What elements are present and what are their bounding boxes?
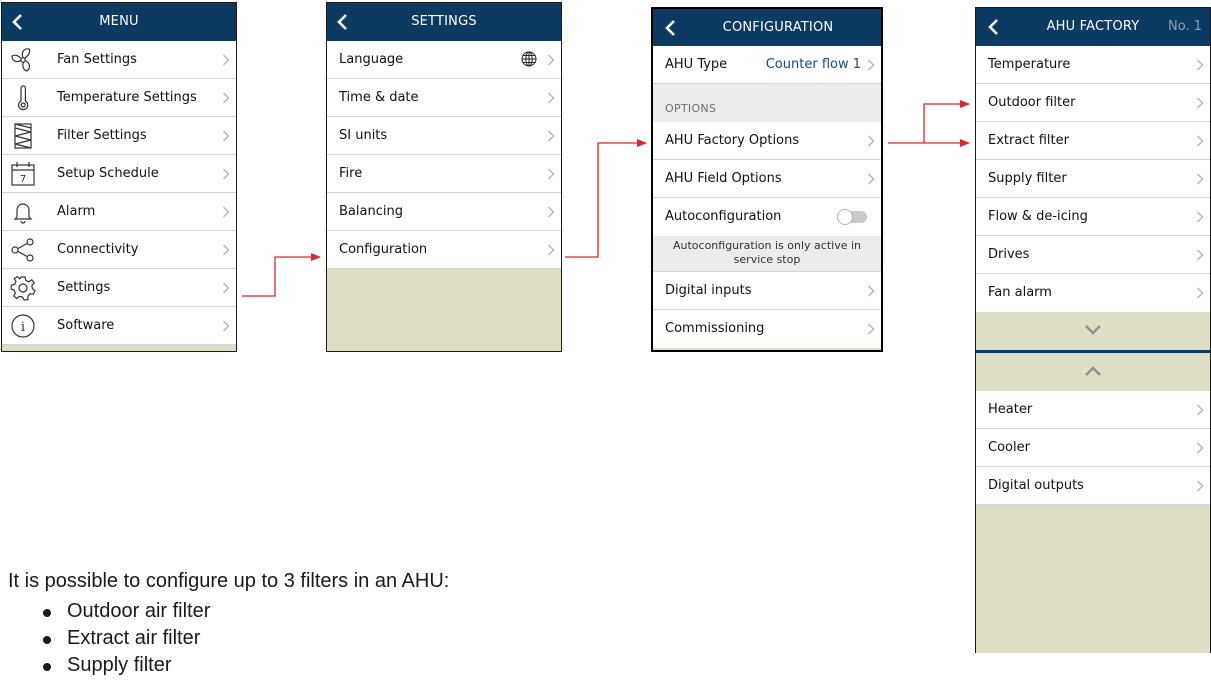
caption-intro: It is possible to configure up to 3 filt… xyxy=(8,570,450,592)
caption-bullet: Supply filter xyxy=(43,654,210,681)
caption-bullet: Outdoor air filter xyxy=(43,600,210,627)
arrow-configuration-to-configuration-screen xyxy=(565,139,647,258)
caption-bullet: Extract air filter xyxy=(43,627,210,654)
arrow-settings-to-settings-screen xyxy=(242,253,321,297)
caption-bullet-list: Outdoor air filter Extract air filter Su… xyxy=(43,600,210,681)
navigation-arrows xyxy=(242,100,970,297)
arrow-branch-outdoor-filter xyxy=(923,100,970,143)
